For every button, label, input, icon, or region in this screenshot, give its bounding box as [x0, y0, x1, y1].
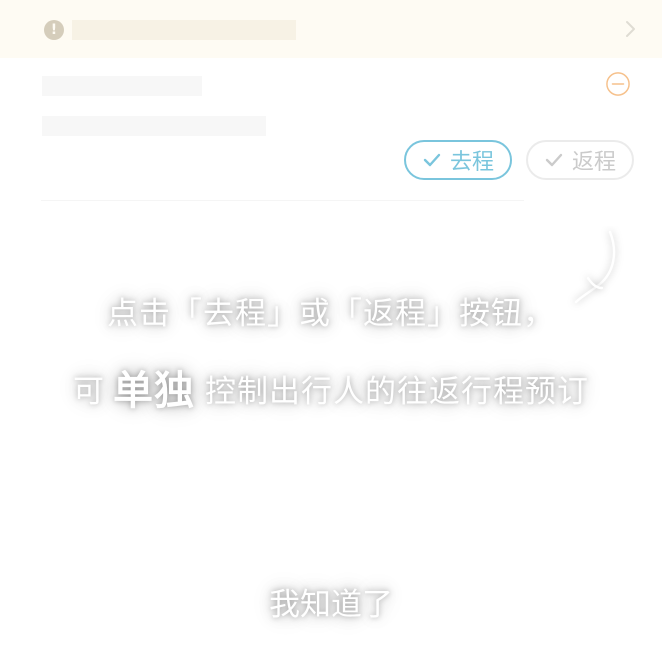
page: ! 去程 返程 点击「去程」或「返程」按钮， 可 单独 控制出行人的往返行程预订…	[0, 0, 662, 668]
guide-overlay: 点击「去程」或「返程」按钮， 可单独 控制出行人的往返行程预订 我知道了	[0, 0, 662, 668]
guide-text-line1: 点击「去程」或「返程」按钮，	[107, 296, 555, 332]
dismiss-button[interactable]: 我知道了	[256, 582, 406, 628]
guide-text-prefix: 可	[73, 374, 105, 410]
guide-text-line2: 可单独 控制出行人的往返行程预订	[0, 358, 662, 416]
guide-text-suffix: 控制出行人的往返行程预订	[205, 374, 589, 410]
guide-text-emphasis: 单独	[113, 367, 195, 414]
